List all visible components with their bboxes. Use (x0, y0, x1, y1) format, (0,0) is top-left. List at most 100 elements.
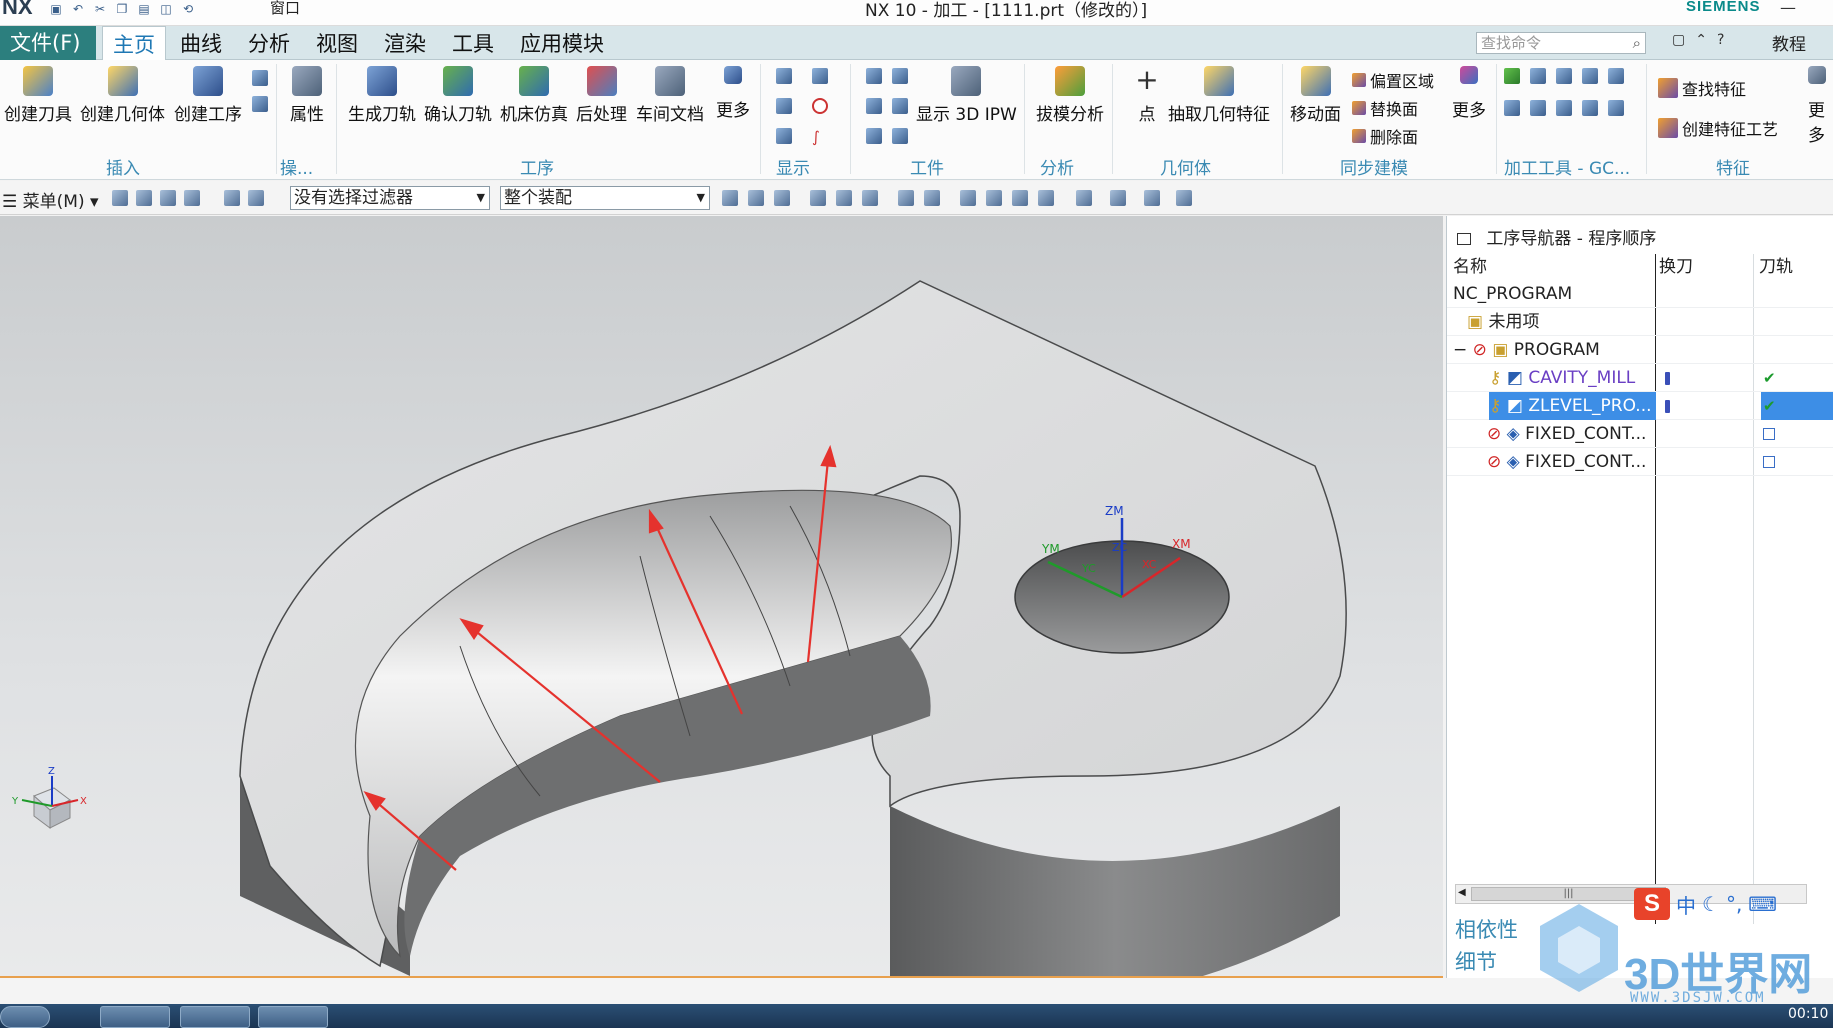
snap-icon-3[interactable] (160, 190, 176, 206)
snap-icon-4[interactable] (184, 190, 200, 206)
gc-tool-icon-6[interactable] (1504, 100, 1520, 116)
tab-view[interactable]: 视图 (316, 26, 358, 60)
toolbar-icon-12[interactable] (1038, 190, 1054, 206)
collapse-ribbon-icon[interactable]: ⌃ (1695, 32, 1707, 48)
command-search-input[interactable]: 查找命令 ⌕ (1476, 32, 1646, 54)
toolbar-icon-7[interactable] (898, 190, 914, 206)
extract-geometry-button[interactable]: 抽取几何特征 (1168, 66, 1270, 125)
cut-icon[interactable]: ✂ (92, 2, 108, 16)
point-button[interactable]: + 点 (1132, 66, 1162, 126)
toolbar-icon-10[interactable] (986, 190, 1002, 206)
workpiece-icon-6[interactable] (892, 128, 908, 144)
gc-tool-icon-10[interactable] (1608, 100, 1624, 116)
toolbar-icon-4[interactable] (810, 190, 826, 206)
toolbar-icon-9[interactable] (960, 190, 976, 206)
toolbar-icon-1[interactable] (722, 190, 738, 206)
draft-analysis-button[interactable]: 拔模分析 (1036, 66, 1104, 125)
switch-window-icon[interactable]: ◫ (158, 2, 174, 16)
insert-extra-icon[interactable] (252, 70, 268, 86)
taskbar-ie-button[interactable] (100, 1006, 170, 1028)
search-icon[interactable]: ⌕ (1633, 33, 1641, 53)
toolbar-icon-5[interactable] (836, 190, 852, 206)
workpiece-icon-2[interactable] (892, 68, 908, 84)
tab-curve[interactable]: 曲线 (180, 26, 222, 60)
gc-tool-icon-2[interactable] (1530, 68, 1546, 84)
tree-row-zlevel-profile[interactable]: ⚷ ◩ ZLEVEL_PRO... ✔ (1447, 392, 1833, 420)
generate-toolpath-button[interactable]: 生成刀轨 (348, 66, 416, 125)
shop-docs-button[interactable]: 车间文档 (636, 66, 704, 125)
features-more-button[interactable]: 更多 (1800, 66, 1833, 146)
display-icon-1[interactable] (776, 68, 792, 84)
toolbar-icon-15[interactable] (1144, 190, 1160, 206)
insert-extra-icon-2[interactable] (252, 96, 268, 112)
gc-tool-icon-1[interactable] (1504, 68, 1520, 84)
tab-applications[interactable]: 应用模块 (520, 26, 604, 60)
details-section[interactable]: 细节 (1455, 946, 1497, 976)
postprocess-button[interactable]: 后处理 (576, 66, 627, 125)
tree-row-fixed-contour-1[interactable]: ⊘ ◈ FIXED_CONT... (1447, 420, 1833, 448)
tab-analysis[interactable]: 分析 (248, 26, 290, 60)
gc-tool-icon-7[interactable] (1530, 100, 1546, 116)
move-face-button[interactable]: 移动面 (1290, 66, 1341, 125)
scroll-left-icon[interactable]: ◀ (1458, 887, 1466, 898)
attributes-button[interactable]: 属性 (290, 66, 324, 125)
save-icon[interactable]: ▣ (48, 2, 64, 16)
start-button[interactable] (0, 1006, 50, 1028)
tab-tools[interactable]: 工具 (452, 26, 494, 60)
toolbar-icon-6[interactable] (862, 190, 878, 206)
create-operation-button[interactable]: 创建工序 (174, 66, 242, 125)
toolbar-icon-8[interactable] (924, 190, 940, 206)
gc-tool-icon-4[interactable] (1582, 68, 1598, 84)
snap-icon-2[interactable] (136, 190, 152, 206)
process-more-button[interactable]: 更多 (716, 66, 750, 121)
selection-filter-dropdown[interactable]: 没有选择过滤器 ▼ (290, 186, 490, 210)
toolbar-icon-13[interactable] (1076, 190, 1092, 206)
minimize-button[interactable]: — (1780, 0, 1796, 17)
verify-toolpath-button[interactable]: 确认刀轨 (424, 66, 492, 125)
taskbar-app-button[interactable] (180, 1006, 250, 1028)
tutorial-button[interactable]: 教程 (1772, 30, 1806, 55)
gc-tool-icon-9[interactable] (1582, 100, 1598, 116)
file-menu-tab[interactable]: 文件(F) (0, 26, 96, 60)
workpiece-icon-3[interactable] (866, 98, 882, 114)
toolbar-icon-2[interactable] (748, 190, 764, 206)
machine-simulation-button[interactable]: 机床仿真 (500, 66, 568, 125)
filter-icon-2[interactable] (248, 190, 264, 206)
copy-icon[interactable]: ❐ (114, 2, 130, 16)
tree-row-cavity-mill[interactable]: ⚷ ◩ CAVITY_MILL ✔ (1447, 364, 1833, 392)
tree-row-nc-program[interactable]: NC_PROGRAM (1447, 280, 1833, 308)
gc-tool-icon-8[interactable] (1556, 100, 1572, 116)
workpiece-icon-5[interactable] (866, 128, 882, 144)
taskbar-nx-button[interactable] (258, 1006, 328, 1028)
create-tool-button[interactable]: 创建刀具 (4, 66, 72, 125)
offset-region-button[interactable]: 偏置区域 (1352, 68, 1434, 92)
filter-icon-1[interactable] (224, 190, 240, 206)
column-header-name[interactable]: 名称 (1453, 254, 1487, 280)
assembly-scope-dropdown[interactable]: 整个装配 ▼ (500, 186, 710, 210)
create-feature-process-button[interactable]: 创建特征工艺 (1658, 116, 1778, 140)
tab-home[interactable]: 主页 (102, 26, 166, 60)
repeat-command-icon[interactable]: ⟲ (180, 2, 196, 16)
display-icon-4[interactable] (776, 128, 792, 144)
tree-row-program[interactable]: − ⊘ ▣ PROGRAM (1447, 336, 1833, 364)
sync-more-button[interactable]: 更多 (1452, 66, 1486, 121)
workpiece-icon-4[interactable] (892, 98, 908, 114)
snap-icon-1[interactable] (112, 190, 128, 206)
find-feature-button[interactable]: 查找特征 (1658, 76, 1746, 100)
display-icon-3[interactable] (776, 98, 792, 114)
collapse-toggle-icon[interactable]: − (1453, 340, 1467, 360)
paste-icon[interactable]: ▤ (136, 2, 152, 16)
display-curve-icon[interactable]: ∫ (812, 128, 828, 146)
workpiece-icon-1[interactable] (866, 68, 882, 84)
create-geometry-button[interactable]: 创建几何体 (80, 66, 165, 125)
column-header-tool-change[interactable]: 换刀 (1659, 254, 1693, 280)
display-icon-2[interactable] (812, 68, 828, 84)
help-icon[interactable]: ? (1717, 32, 1724, 48)
toolbar-icon-11[interactable] (1012, 190, 1028, 206)
tree-row-unused-items[interactable]: ▣ 未用项 (1447, 308, 1833, 336)
column-header-toolpath[interactable]: 刀轨 (1759, 254, 1793, 280)
menu-button[interactable]: ☰ 菜单(M) ▾ (2, 187, 99, 212)
show-3d-ipw-button[interactable]: 显示 3D IPW (916, 66, 1017, 125)
window-icon[interactable]: ▢ (1672, 32, 1685, 48)
tree-row-fixed-contour-2[interactable]: ⊘ ◈ FIXED_CONT... (1447, 448, 1833, 476)
